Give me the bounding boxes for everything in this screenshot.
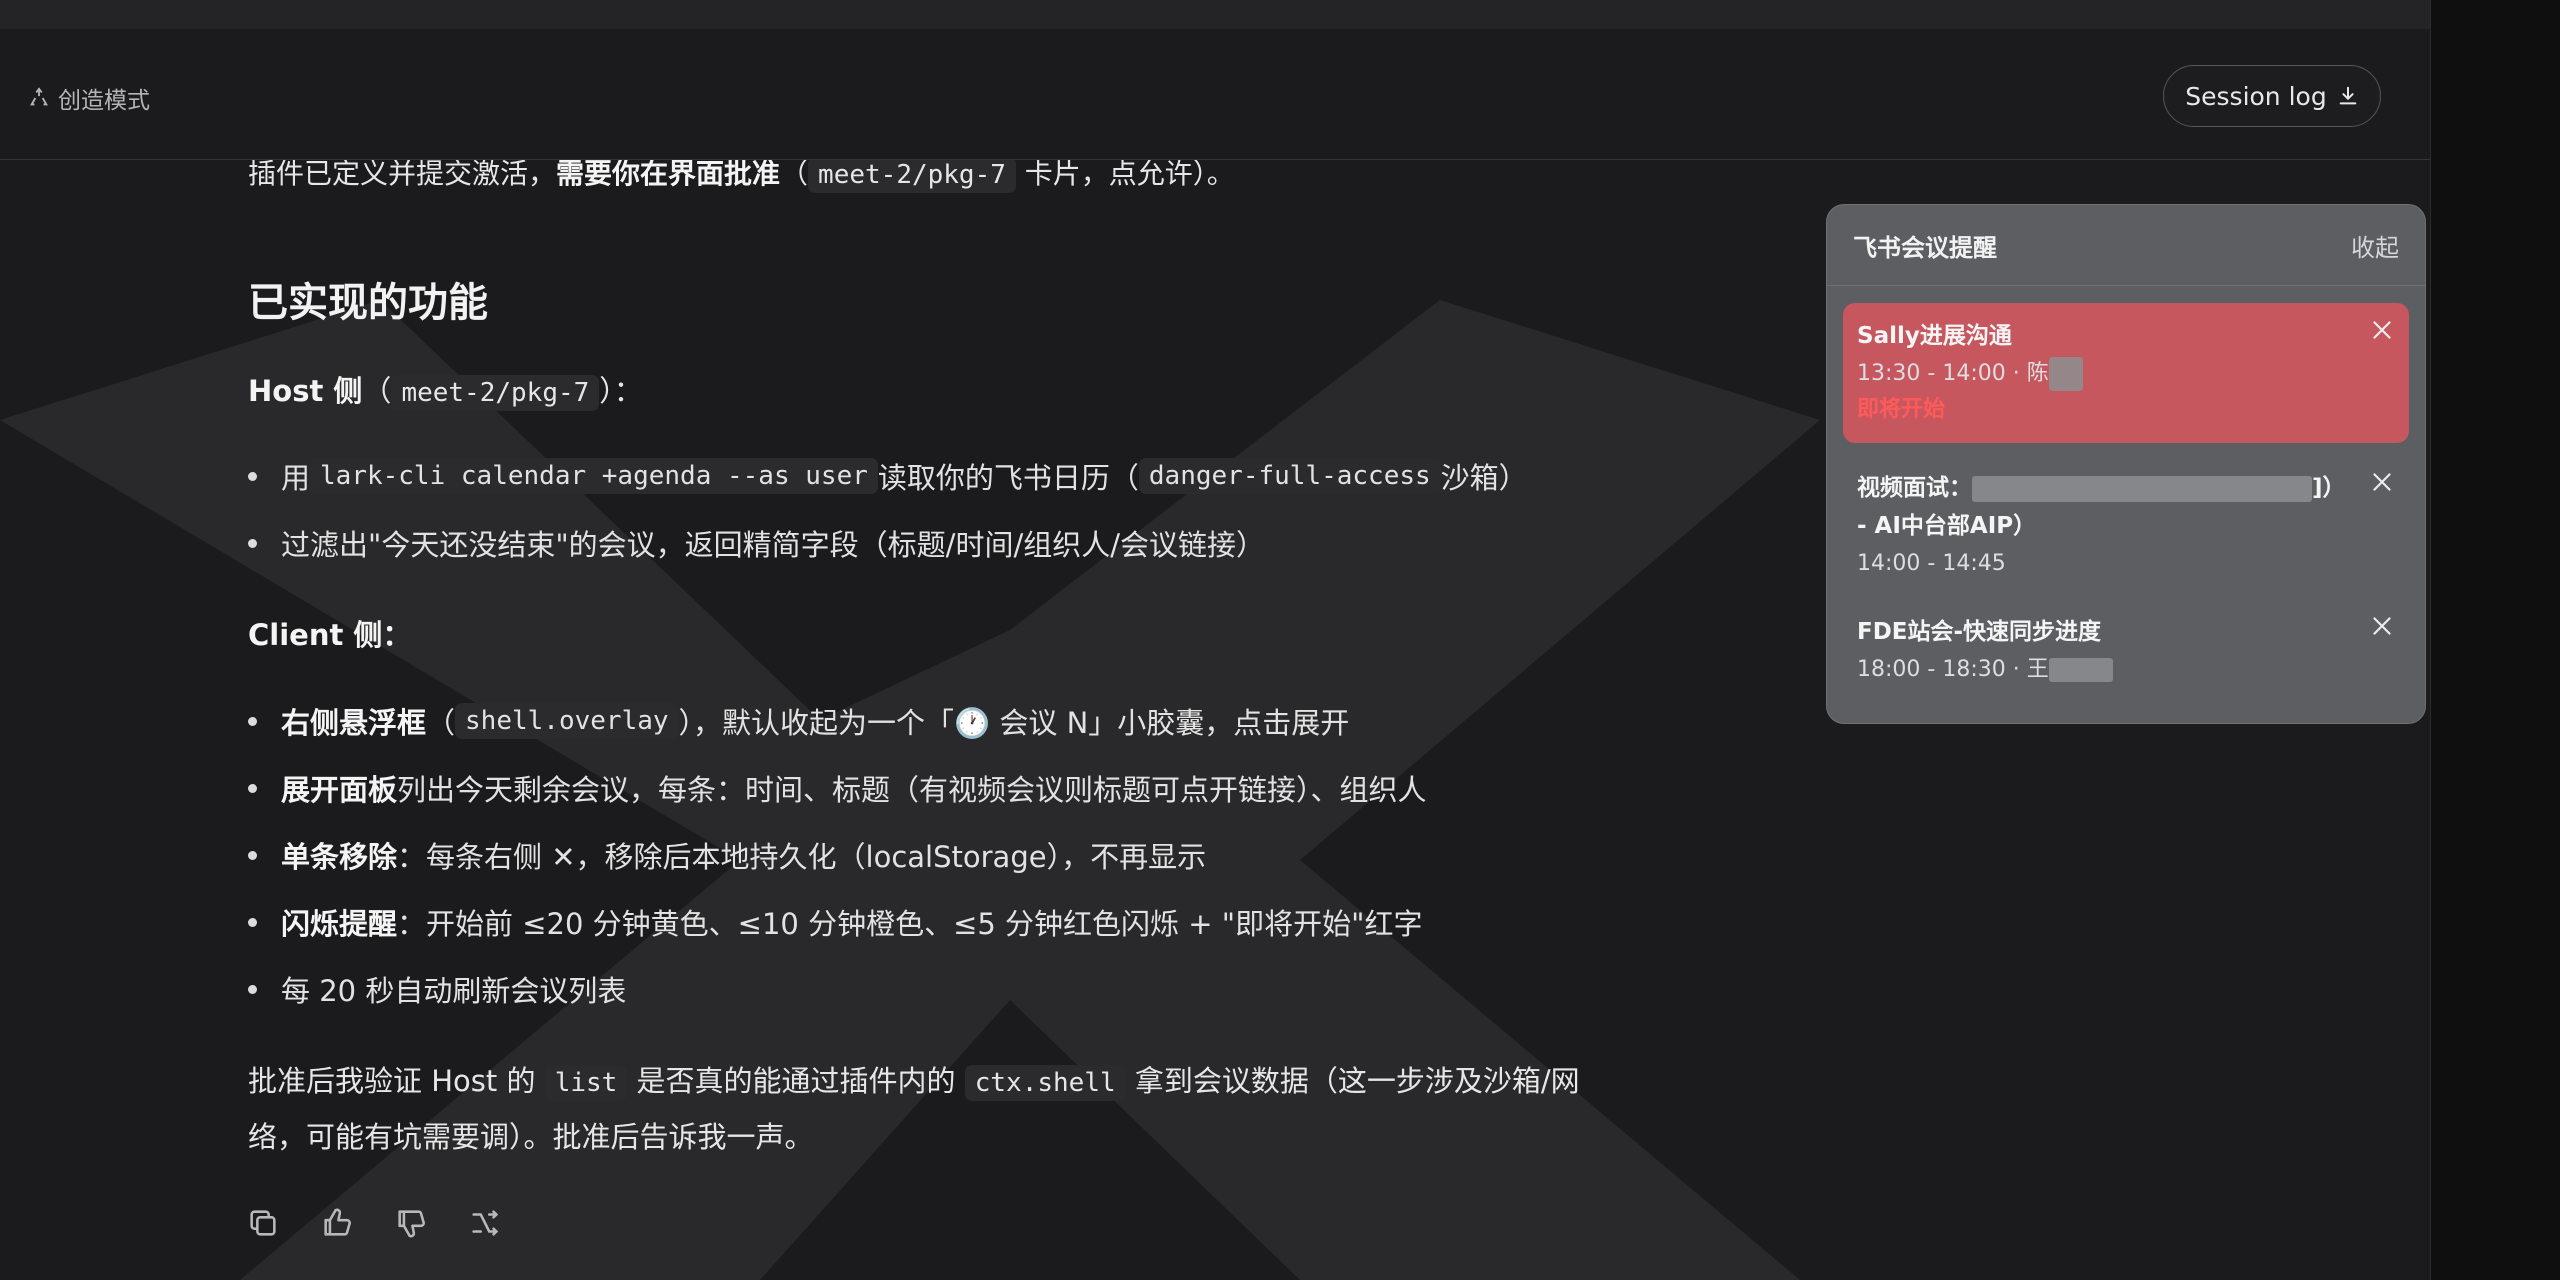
redacted-name [2048,357,2083,391]
list-item: 过滤出"今天还没结束"的会议，返回精简字段（标题/时间/组织人/会议链接） [248,522,1265,564]
host-heading: Host 侧（ meet-2/pkg-7）： [248,368,643,411]
client-label: Client 侧： [248,618,412,652]
item-text: 用 [281,461,311,495]
item-bold: 右侧悬浮框 [281,706,427,740]
cut-line-bold: 需要你在界面批准 [556,157,781,190]
list-item: 每 20 秒自动刷新会议列表 [248,968,626,1010]
bullet [248,471,257,481]
inline-code: danger-full-access [1138,458,1441,494]
meeting-title[interactable]: Sally进展沟通 [1857,317,2395,355]
item-text: （ [426,706,456,740]
bullet [248,984,257,994]
host-label: Host 侧 [248,374,363,408]
meeting-title[interactable]: FDE站会-快速同步进度 [1857,613,2395,651]
bullet [248,783,257,793]
item-text: ），默认收起为一个「🕐 会议 N」小胶囊，点击展开 [678,706,1350,740]
mode-indicator[interactable]: 创造模式 [28,81,150,115]
host-code: meet-2/pkg-7 [391,375,600,411]
close-icon[interactable] [2369,469,2395,495]
meeting-title-part: ]） [2312,475,2346,501]
bullet [248,850,257,860]
panel-header: 飞书会议提醒 收起 [1827,205,2425,286]
meeting-title-part: 视频面试： [1857,475,1972,501]
meeting-title-line2: - AI中台部AIP） [1857,513,2037,539]
starting-soon-label: 即将开始 [1857,397,1946,422]
list-item: 单条移除 ：每条右侧 ✕，移除后本地持久化（localStorage），不再显示 [248,834,1206,876]
item-text: 读取你的飞书日历（ [877,461,1139,495]
branch-icon[interactable] [468,1206,502,1240]
list-item: 右侧悬浮框（shell.overlay ），默认收起为一个「🕐 会议 N」小胶囊，… [248,700,1349,742]
item-bold: 展开面板 [281,773,398,807]
bullet [248,538,257,548]
list-item: 用 lark-cli calendar +agenda --as user 读取… [248,455,1528,497]
cut-line-code: meet-2/pkg-7 [808,157,1016,193]
host-paren-close: ）： [599,374,643,408]
message-actions [246,1206,502,1240]
meeting-item[interactable]: Sally进展沟通 13:30 - 14:00 · 陈 即将开始 [1843,303,2409,443]
item-text: ：每条右侧 ✕，移除后本地持久化（localStorage），不再显示 [397,840,1207,874]
meeting-item[interactable]: 视频面试： ]） - AI中台部AIP） 14:00 - 14:45 [1843,455,2409,587]
bullet [248,716,257,726]
inline-code: lark-cli calendar +agenda --as user [310,458,878,494]
inline-code: ctx.shell [964,1065,1126,1101]
closing-text: 是否真的能通过插件内的 [627,1064,965,1098]
mode-label: 创造模式 [58,88,150,114]
meeting-item[interactable]: FDE站会-快速同步进度 18:00 - 18:30 · 王 [1843,599,2409,699]
item-text: 列出今天剩余会议，每条：时间、标题（有视频会议则标题可点开链接）、组织人 [397,773,1427,807]
thumbs-down-icon[interactable] [394,1206,428,1240]
meeting-time: 18:00 - 18:30 · 王 [1857,651,2395,689]
item-text: 每 20 秒自动刷新会议列表 [281,974,627,1008]
closing-paragraph-line2: 络，可能有坑需要调）。批准后告诉我一声。 [248,1120,814,1154]
top-header: 创造模式 Session log [0,29,2430,160]
panel-title: 飞书会议提醒 [1853,233,1997,262]
item-bold: 单条移除 [281,840,398,874]
item-bold: 闪烁提醒 [281,907,398,941]
inline-code: list [544,1065,628,1101]
download-icon [2339,86,2357,105]
list-item: 展开面板 列出今天剩余会议，每条：时间、标题（有视频会议则标题可点开链接）、组织人 [248,767,1427,809]
meeting-time: 14:00 - 14:45 [1857,551,2006,576]
section-title: 已实现的功能 [248,280,488,326]
thumbs-up-icon[interactable] [320,1206,354,1240]
meeting-reminder-panel: 飞书会议提醒 收起 Sally进展沟通 13:30 - 14:00 · 陈 即将… [1826,204,2426,724]
inline-code: shell.overlay [455,703,679,739]
copy-icon[interactable] [246,1206,280,1240]
host-paren-open: （ [362,374,392,408]
cut-line-paren: （ [780,157,809,190]
redacted-name [2048,658,2113,682]
window-top-strip [0,0,2430,29]
collapse-button[interactable]: 收起 [2351,228,2399,263]
cut-line-prefix: 插件已定义并提交激活， [248,157,557,190]
meeting-time-text: 18:00 - 18:30 · 王 [1857,657,2049,682]
close-icon[interactable] [2369,613,2395,639]
meeting-time: 13:30 - 14:00 · 陈 [1857,355,2395,393]
item-text: 过滤出"今天还没结束"的会议，返回精简字段（标题/时间/组织人/会议链接） [281,528,1265,562]
meeting-time-text: 13:30 - 14:00 · 陈 [1857,361,2049,386]
closing-text: 批准后我验证 Host 的 [248,1064,545,1098]
closing-paragraph-line1: 批准后我验证 Host 的 list 是否真的能通过插件内的 ctx.shell… [248,1058,1580,1101]
list-item: 闪烁提醒 ：开始前 ≤20 分钟黄色、≤10 分钟橙色、≤5 分钟红色闪烁 + "… [248,901,1422,943]
closing-text: 拿到会议数据（这一步涉及沙箱/网 [1125,1064,1580,1098]
meeting-title[interactable]: 视频面试： ]） [1857,469,2395,507]
item-text: ：开始前 ≤20 分钟黄色、≤10 分钟橙色、≤5 分钟红色闪烁 + "即将开始… [397,907,1423,941]
item-text: 沙箱） [1440,461,1528,495]
client-heading: Client 侧： [248,612,411,654]
session-log-label: Session log [2185,81,2327,111]
session-log-button[interactable]: Session log [2163,65,2381,127]
close-icon[interactable] [2369,317,2395,343]
bullet [248,917,257,927]
cut-line-suffix: 卡片，点允许）。 [1015,157,1235,190]
redacted-title [1972,475,2312,502]
recycle-icon [30,87,48,106]
right-edge-bar [2430,0,2560,1280]
